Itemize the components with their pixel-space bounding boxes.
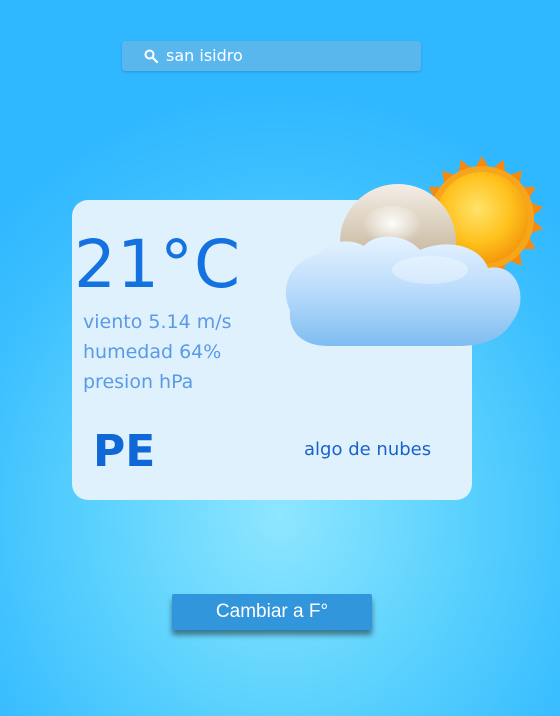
humidity: humedad 64% xyxy=(83,341,222,363)
search-input[interactable] xyxy=(166,41,411,71)
weather-description: algo de nubes xyxy=(304,439,432,460)
partly-cloudy-icon xyxy=(285,156,544,346)
search-bar[interactable] xyxy=(122,41,421,71)
country-code: PE xyxy=(93,426,156,477)
search-icon xyxy=(144,49,158,63)
pressure: presion hPa xyxy=(83,371,194,393)
temperature: 21°C xyxy=(74,226,242,303)
toggle-unit-button[interactable]: Cambiar a F° xyxy=(172,594,372,630)
wind-speed: viento 5.14 m/s xyxy=(83,311,232,333)
